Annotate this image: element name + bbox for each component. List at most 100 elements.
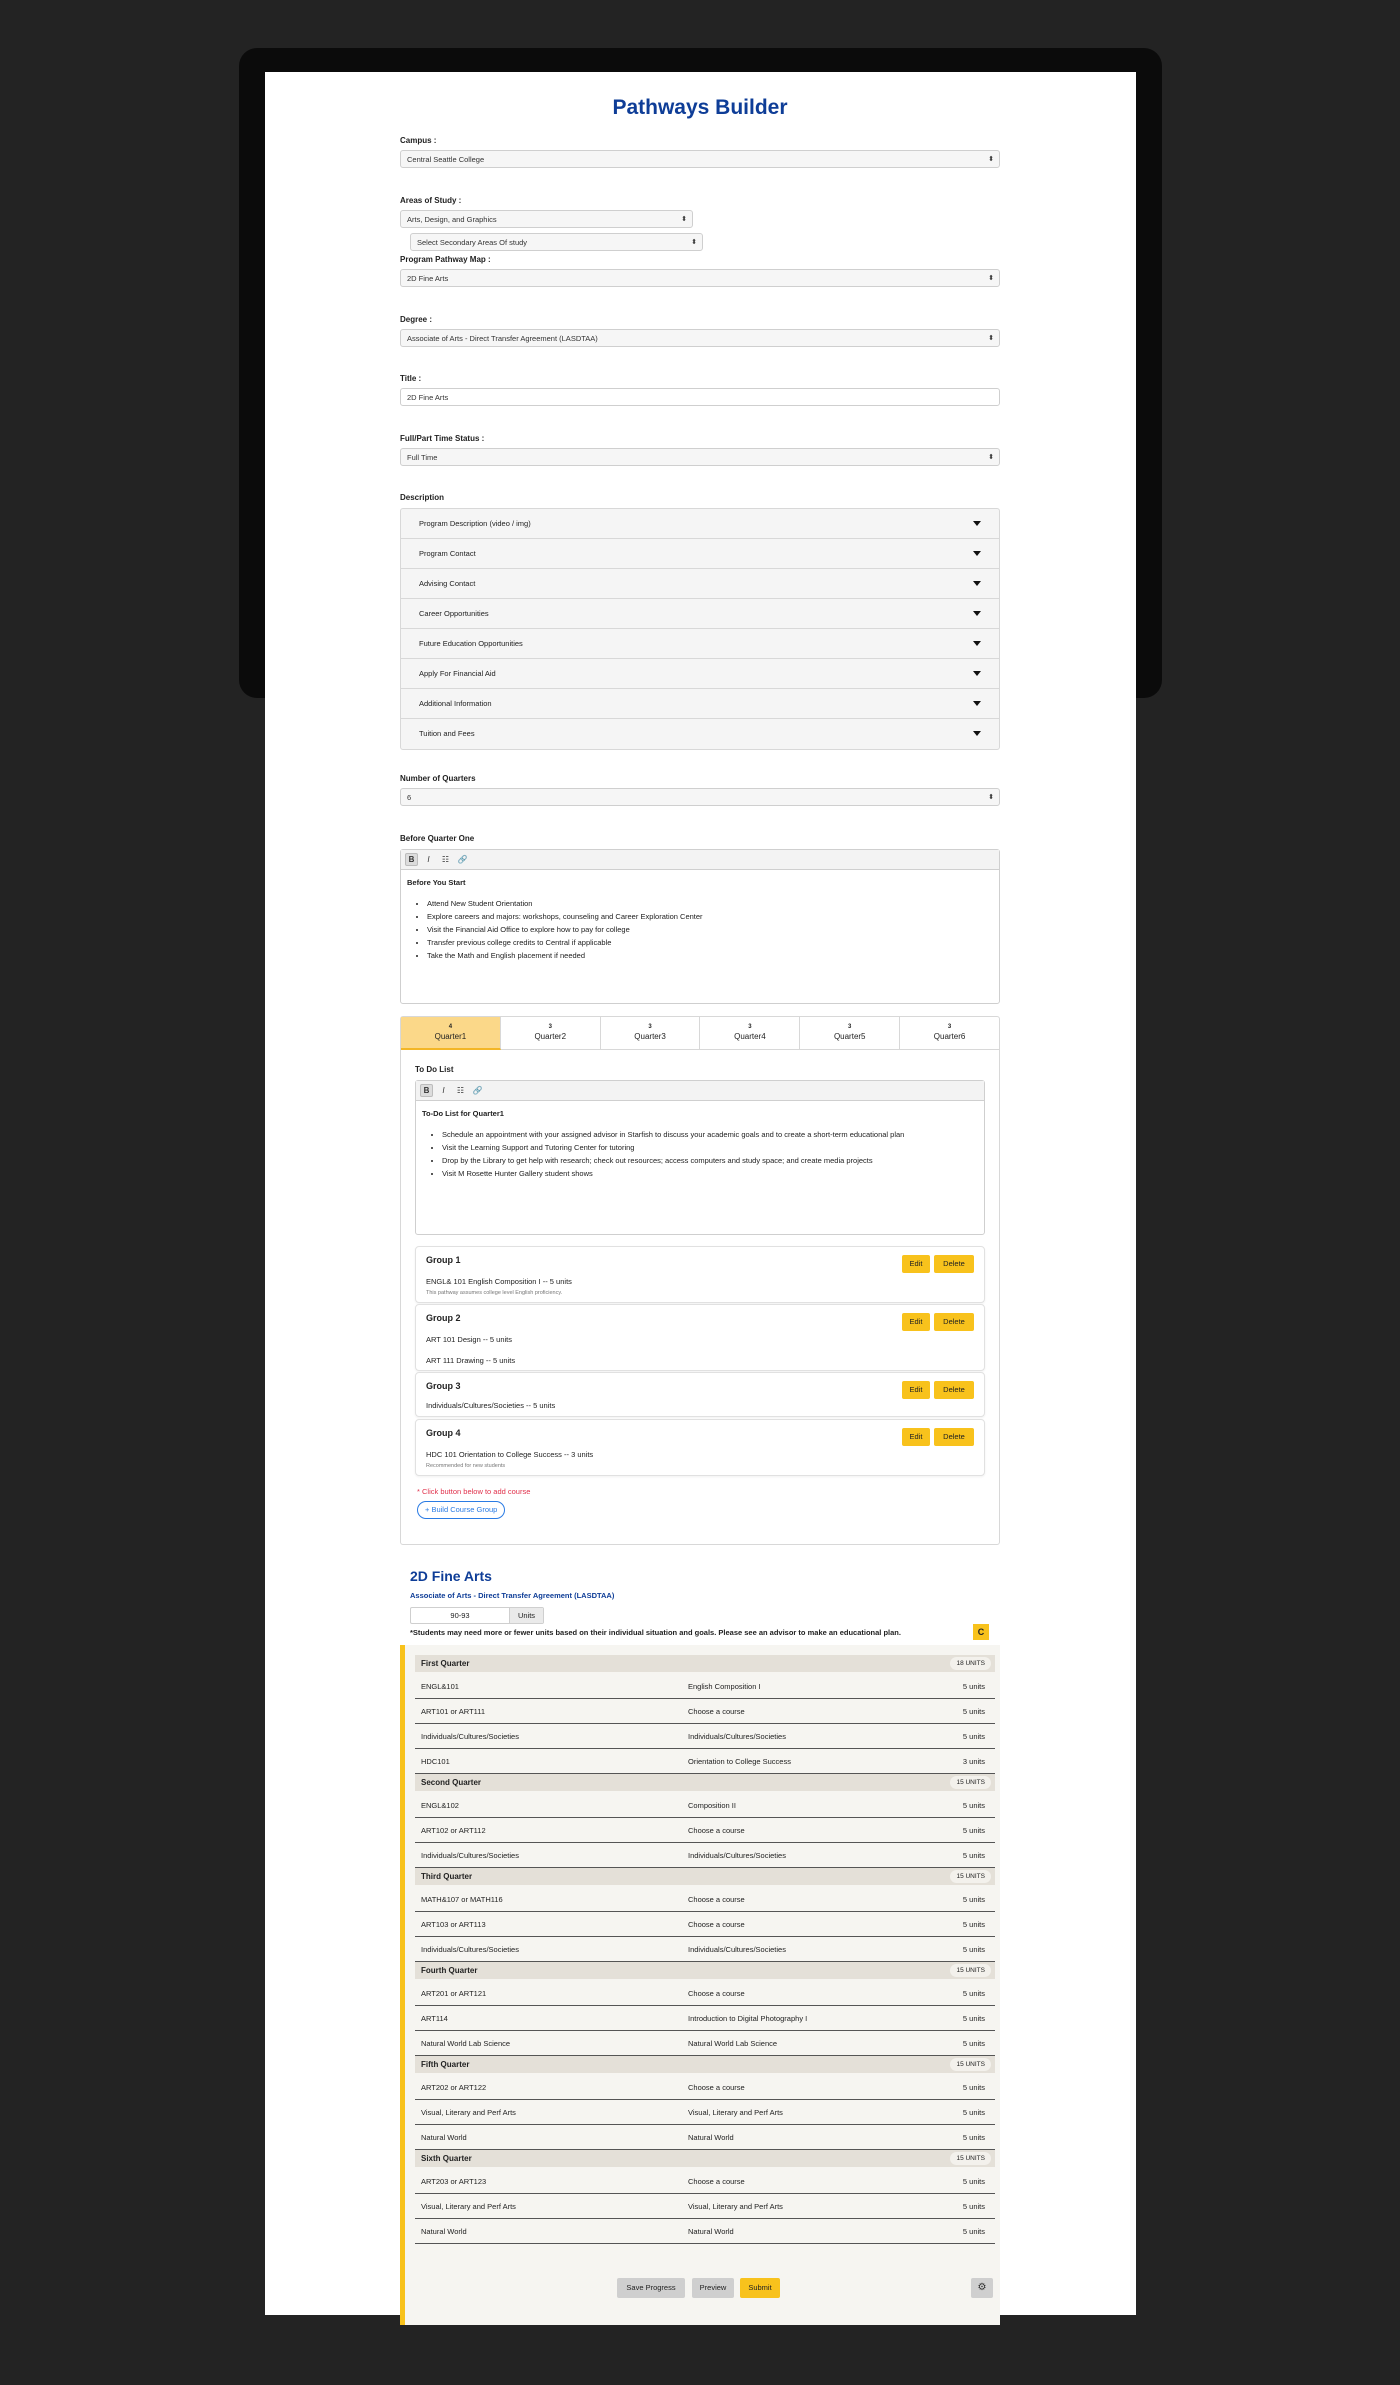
bullet-list-icon[interactable]: ☷ bbox=[439, 853, 452, 866]
group-note: This pathway assumes college level Engli… bbox=[426, 1290, 563, 1296]
accordion-item[interactable]: Program Description (video / img) bbox=[401, 509, 999, 539]
tab-quarter6[interactable]: 3 Quarter6 bbox=[900, 1017, 999, 1050]
tab-quarter5[interactable]: 3 Quarter5 bbox=[800, 1017, 901, 1050]
accordion-item[interactable]: Tuition and Fees bbox=[401, 719, 999, 749]
description-label: Description bbox=[400, 493, 445, 502]
course-title: English Composition I bbox=[688, 1682, 761, 1691]
select-arrows-icon: ⬍ bbox=[988, 335, 994, 342]
areas-label: Areas of Study : bbox=[400, 196, 462, 205]
course-units: 5 units bbox=[962, 1920, 985, 1929]
link-icon[interactable]: 🔗 bbox=[456, 853, 469, 866]
course-units: 5 units bbox=[962, 2202, 985, 2211]
editor-content[interactable]: Before You Start Attend New Student Orie… bbox=[401, 870, 999, 970]
accordion-item[interactable]: Additional Information bbox=[401, 689, 999, 719]
status-select[interactable]: Full Time ⬍ bbox=[400, 448, 1000, 466]
accordion-item[interactable]: Apply For Financial Aid bbox=[401, 659, 999, 689]
pathway-select[interactable]: 2D Fine Arts ⬍ bbox=[400, 269, 1000, 287]
course-units: 5 units bbox=[962, 1682, 985, 1691]
group-name: Group 1 bbox=[426, 1255, 461, 1265]
caret-down-icon bbox=[973, 551, 981, 556]
campus-select[interactable]: Central Seattle College ⬍ bbox=[400, 150, 1000, 168]
course-row: MATH&107 or MATH116 Choose a course 5 unit… bbox=[415, 1887, 995, 1912]
degree-select[interactable]: Associate of Arts - Direct Transfer Agre… bbox=[400, 329, 1000, 347]
primary-area-select[interactable]: Arts, Design, and Graphics ⬍ bbox=[400, 210, 693, 228]
secondary-area-select[interactable]: Select Secondary Areas Of study ⬍ bbox=[410, 233, 703, 251]
before-editor[interactable]: B I ☷ 🔗 Before You Start Attend New Stud… bbox=[400, 849, 1000, 1004]
edit-button[interactable]: Edit bbox=[902, 1255, 930, 1273]
tab-quarter4[interactable]: 3 Quarter4 bbox=[700, 1017, 801, 1050]
preview-button[interactable]: Preview bbox=[692, 2278, 734, 2298]
accordion-item[interactable]: Career Opportunities bbox=[401, 599, 999, 629]
caret-down-icon bbox=[973, 521, 981, 526]
tab-quarter3[interactable]: 3 Quarter3 bbox=[600, 1017, 701, 1050]
quarter-units-badge: 15 UNITS bbox=[950, 1776, 991, 1789]
italic-icon[interactable]: I bbox=[422, 853, 435, 866]
course-title: Composition II bbox=[688, 1801, 736, 1810]
caret-down-icon bbox=[973, 731, 981, 736]
quarter-header: First Quarter 18 UNITS bbox=[415, 1655, 995, 1672]
course-units: 5 units bbox=[962, 2133, 985, 2142]
course-title: Choose a course bbox=[688, 2083, 745, 2092]
group-course: ART 111 Drawing -- 5 units bbox=[426, 1356, 516, 1365]
todo-editor[interactable]: B I ☷ 🔗 To-Do List for Quarter1 Schedule… bbox=[415, 1080, 985, 1235]
italic-icon[interactable]: I bbox=[437, 1084, 450, 1097]
bullet-list-icon[interactable]: ☷ bbox=[454, 1084, 467, 1097]
tab-label: Quarter1 bbox=[434, 1032, 467, 1041]
editor-toolbar: B I ☷ 🔗 bbox=[416, 1081, 984, 1101]
tab-label: Quarter6 bbox=[933, 1032, 966, 1041]
course-code: ART101 or ART111 bbox=[421, 1707, 486, 1716]
build-course-group-button[interactable]: + Build Course Group bbox=[417, 1501, 506, 1519]
course-units: 5 units bbox=[962, 1945, 985, 1954]
delete-button[interactable]: Delete bbox=[934, 1381, 974, 1399]
title-input[interactable]: 2D Fine Arts bbox=[400, 388, 1000, 406]
course-code: MATH&107 or MATH116 bbox=[421, 1895, 503, 1904]
delete-button[interactable]: Delete bbox=[934, 1255, 974, 1273]
course-title: Choose a course bbox=[688, 1707, 745, 1716]
accordion-item[interactable]: Advising Contact bbox=[401, 569, 999, 599]
select-arrows-icon: ⬍ bbox=[988, 275, 994, 282]
caret-down-icon bbox=[973, 671, 981, 676]
course-row: Visual, Literary and Perf Arts Visual, Li… bbox=[415, 2100, 995, 2125]
bold-icon[interactable]: B bbox=[405, 853, 418, 866]
save-progress-button[interactable]: Save Progress bbox=[617, 2278, 685, 2298]
accordion-item[interactable]: Future Education Opportunities bbox=[401, 629, 999, 659]
quarter-name: Fifth Quarter bbox=[421, 2060, 470, 2069]
bold-icon[interactable]: B bbox=[420, 1084, 433, 1097]
gear-icon[interactable]: ⚙ bbox=[971, 2278, 993, 2298]
course-units: 5 units bbox=[962, 2039, 985, 2048]
course-title: Choose a course bbox=[688, 1989, 745, 1998]
quarters-count-select[interactable]: 6 ⬍ bbox=[400, 788, 1000, 806]
course-title: Individuals/Cultures/Societies bbox=[688, 1851, 786, 1860]
quarter-units-badge: 15 UNITS bbox=[950, 1964, 991, 1977]
list-item: Explore careers and majors: workshops, c… bbox=[427, 910, 993, 923]
course-units: 5 units bbox=[962, 1801, 985, 1810]
group-name: Group 4 bbox=[426, 1428, 461, 1438]
edit-button[interactable]: Edit bbox=[902, 1428, 930, 1446]
tab-quarter2[interactable]: 3 Quarter2 bbox=[500, 1017, 601, 1050]
edit-button[interactable]: Edit bbox=[902, 1381, 930, 1399]
status-label: Full/Part Time Status : bbox=[400, 434, 485, 443]
quarter-name: First Quarter bbox=[421, 1659, 470, 1668]
quarter-name: Fourth Quarter bbox=[421, 1966, 478, 1975]
accordion-item[interactable]: Program Contact bbox=[401, 539, 999, 569]
before-label-wrap: Before Quarter One bbox=[400, 834, 1000, 843]
select-arrows-icon: ⬍ bbox=[691, 239, 697, 246]
delete-button[interactable]: Delete bbox=[934, 1428, 974, 1446]
delete-button[interactable]: Delete bbox=[934, 1313, 974, 1331]
tab-quarter1[interactable]: 4 Quarter1 bbox=[401, 1017, 501, 1050]
course-title: Individuals/Cultures/Societies bbox=[688, 1945, 786, 1954]
tab-label: Quarter2 bbox=[534, 1032, 567, 1041]
status-value: Full Time bbox=[407, 453, 438, 462]
course-units: 5 units bbox=[962, 1851, 985, 1860]
submit-button[interactable]: Submit bbox=[740, 2278, 780, 2298]
status-field: Full/Part Time Status : Full Time ⬍ bbox=[400, 434, 1000, 466]
editor-content[interactable]: To-Do List for Quarter1 Schedule an appo… bbox=[416, 1101, 984, 1188]
course-group: Group 3 Edit Delete Individuals/Cultures… bbox=[415, 1372, 985, 1417]
edit-button[interactable]: Edit bbox=[902, 1313, 930, 1331]
tab-label: Quarter4 bbox=[734, 1032, 766, 1041]
course-row: Natural World Natural World 5 units bbox=[415, 2219, 995, 2244]
group-course: ENGL& 101 English Composition I -- 5 uni… bbox=[426, 1277, 572, 1286]
accordion-item-label: Tuition and Fees bbox=[419, 729, 475, 738]
list-item: Schedule an appointment with your assign… bbox=[442, 1128, 978, 1141]
link-icon[interactable]: 🔗 bbox=[471, 1084, 484, 1097]
